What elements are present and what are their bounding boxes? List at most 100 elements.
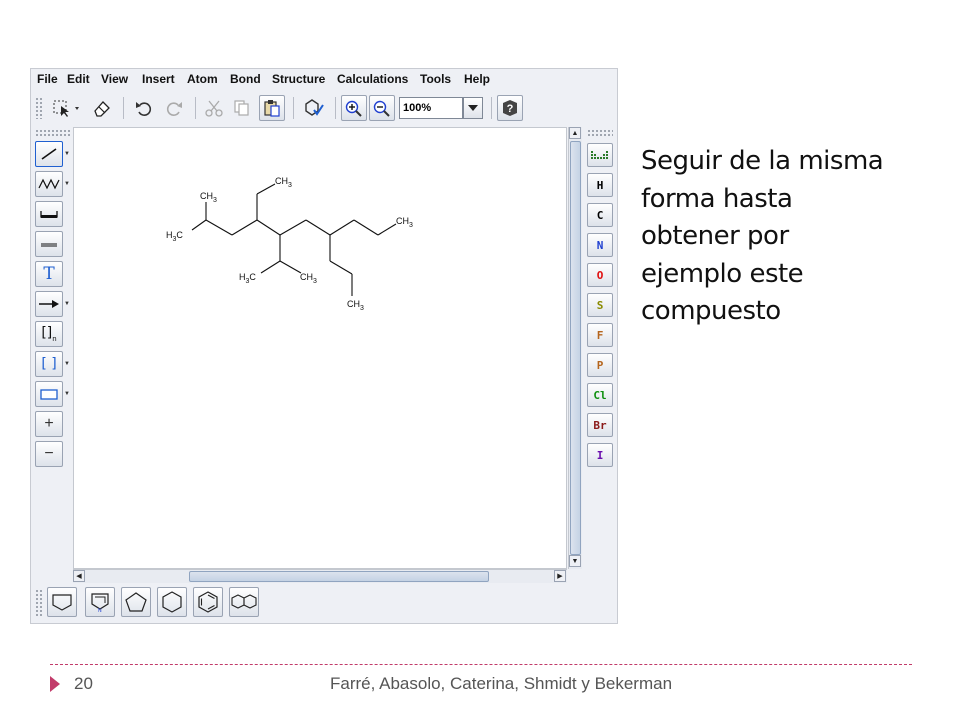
charge-plus-tool[interactable]: + — [35, 411, 63, 437]
atom-label: CH3 — [396, 216, 413, 229]
select-icon — [53, 100, 79, 117]
menu-file[interactable]: File — [37, 72, 58, 86]
plus-icon: + — [44, 415, 54, 432]
charge-minus-tool[interactable]: − — [35, 441, 63, 467]
text-tool[interactable]: T — [35, 261, 63, 287]
slide-instruction-text: Seguir de la misma forma hasta obtener p… — [641, 143, 941, 331]
template-cyclopentane-button[interactable] — [121, 587, 151, 617]
clean-structure-button[interactable] — [301, 95, 327, 121]
menu-insert[interactable]: Insert — [142, 72, 175, 86]
template-naphthalene-button[interactable] — [229, 587, 259, 617]
element-i-button[interactable]: I — [587, 443, 613, 467]
redo-button[interactable] — [161, 95, 187, 121]
chevron-down-icon[interactable]: ▼ — [64, 181, 70, 187]
arrow-tool[interactable] — [35, 291, 63, 317]
instruction-line: ejemplo este — [641, 258, 804, 289]
zoom-in-icon — [345, 100, 362, 117]
bold-bond-tool[interactable] — [35, 201, 63, 227]
template-cyclopropane-button[interactable] — [47, 587, 77, 617]
menu-atom[interactable]: Atom — [187, 72, 218, 86]
chevron-down-icon[interactable]: ▼ — [64, 391, 70, 397]
molecule-bonds — [191, 183, 397, 296]
text-tool-icon: T — [43, 264, 55, 284]
instruction-line: compuesto — [641, 296, 781, 326]
footer-divider — [50, 664, 912, 665]
select-tool-button[interactable] — [49, 95, 83, 121]
cut-button[interactable] — [201, 95, 227, 121]
molecule-structure: CH3 H3C CH3 H3C CH3 CH3 CH3 — [166, 176, 413, 312]
scroll-down-arrow[interactable]: ▼ — [569, 555, 581, 567]
menu-bar: File Edit View Insert Atom Bond Structur… — [31, 69, 617, 89]
repeat-bracket-tool[interactable]: []n — [35, 321, 63, 347]
zoom-out-button[interactable] — [369, 95, 395, 121]
paste-button[interactable] — [259, 95, 285, 121]
template-benzene-button[interactable] — [193, 587, 223, 617]
footer-authors: Farré, Abasolo, Caterina, Shmidt y Beker… — [330, 674, 673, 693]
menu-help[interactable]: Help — [464, 72, 490, 86]
template-cyclohexane-button[interactable] — [157, 587, 187, 617]
vertical-scrollbar[interactable]: ▲ ▼ — [568, 127, 582, 569]
eraser-button[interactable] — [89, 95, 115, 121]
hexagon-icon — [162, 591, 182, 613]
element-br-button[interactable]: Br — [587, 413, 613, 437]
chain-icon — [38, 178, 60, 190]
periodic-table-button[interactable] — [587, 143, 613, 167]
undo-button[interactable] — [131, 95, 157, 121]
element-s-button[interactable]: S — [587, 293, 613, 317]
toolbar-separator — [491, 97, 492, 119]
toolbar-separator — [335, 97, 336, 119]
zoom-out-icon — [373, 100, 390, 117]
benzene-icon — [198, 591, 218, 613]
menu-view[interactable]: View — [101, 72, 128, 86]
rectangle-tool[interactable] — [35, 381, 63, 407]
bottom-toolbar-grip[interactable] — [35, 589, 43, 617]
horizontal-scrollbar[interactable]: ◀ ▶ — [73, 569, 567, 583]
menu-edit[interactable]: Edit — [67, 72, 90, 86]
template-pyrrole-button[interactable]: N — [85, 587, 115, 617]
scroll-right-arrow[interactable]: ▶ — [554, 570, 566, 582]
chevron-down-icon[interactable]: ▼ — [64, 361, 70, 367]
element-n-button[interactable]: N — [587, 233, 613, 257]
element-f-button[interactable]: F — [587, 323, 613, 347]
vertical-scroll-thumb[interactable] — [570, 141, 581, 555]
template-toolbar: N — [31, 583, 617, 623]
help-icon: ? — [503, 100, 517, 116]
page-number: 20 — [74, 674, 93, 693]
chevron-down-icon[interactable]: ▼ — [64, 151, 70, 157]
element-o-button[interactable]: O — [587, 263, 613, 287]
cut-icon — [205, 100, 223, 117]
atom-label: CH3 — [275, 176, 292, 189]
copy-button[interactable] — [229, 95, 255, 121]
hashed-bond-icon — [41, 243, 57, 247]
scroll-up-arrow[interactable]: ▲ — [569, 127, 581, 139]
chevron-down-icon[interactable]: ▼ — [64, 301, 70, 307]
menu-tools[interactable]: Tools — [420, 72, 451, 86]
horizontal-scroll-thumb[interactable] — [189, 571, 489, 582]
instruction-line: forma hasta — [641, 183, 793, 214]
zoom-in-button[interactable] — [341, 95, 367, 121]
element-c-button[interactable]: C — [587, 203, 613, 227]
atom-label: CH3 — [347, 299, 364, 312]
drawing-canvas[interactable]: CH3 H3C CH3 H3C CH3 CH3 CH3 — [73, 127, 567, 569]
paste-icon — [264, 100, 280, 117]
pentagon-icon — [125, 592, 147, 612]
svg-text:?: ? — [507, 103, 514, 115]
hashed-bond-tool[interactable] — [35, 231, 63, 257]
zoom-dropdown-button[interactable] — [463, 97, 483, 119]
scroll-left-arrow[interactable]: ◀ — [73, 570, 85, 582]
help-button[interactable]: ? — [497, 95, 523, 121]
zoom-level-field[interactable]: 100% — [399, 97, 463, 119]
element-p-button[interactable]: P — [587, 353, 613, 377]
toolbar-grip[interactable] — [35, 97, 43, 119]
menu-structure[interactable]: Structure — [272, 72, 325, 86]
chain-tool[interactable] — [35, 171, 63, 197]
clean-structure-icon — [305, 99, 324, 116]
bracket-tool[interactable]: [ ] — [35, 351, 63, 377]
menu-bond[interactable]: Bond — [230, 72, 261, 86]
element-h-button[interactable]: H — [587, 173, 613, 197]
menu-calculations[interactable]: Calculations — [337, 72, 408, 86]
single-bond-tool[interactable] — [35, 141, 63, 167]
undo-icon — [136, 102, 152, 116]
arrow-icon — [39, 300, 59, 308]
element-cl-button[interactable]: Cl — [587, 383, 613, 407]
